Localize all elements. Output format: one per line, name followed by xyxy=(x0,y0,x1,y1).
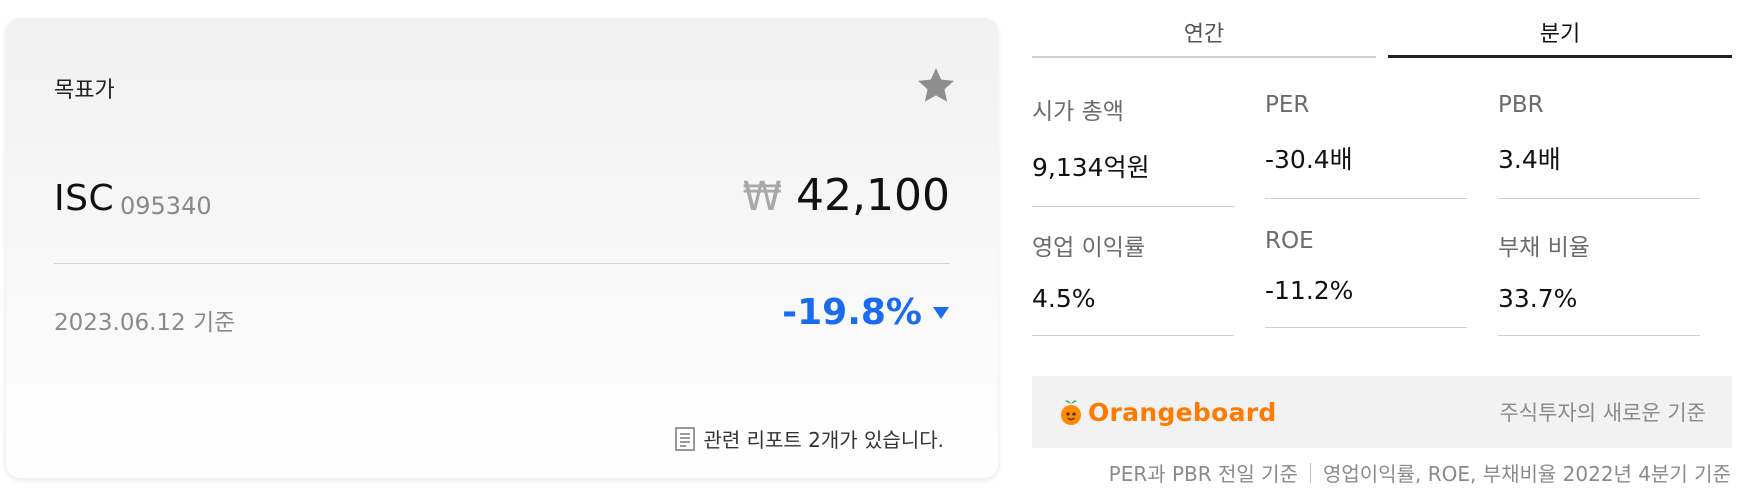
tab-quarterly[interactable]: 분기 xyxy=(1388,0,1732,58)
divider xyxy=(1498,198,1700,199)
metric-value: -30.4배 xyxy=(1265,145,1353,174)
document-icon xyxy=(675,426,696,451)
brand-name: Orangeboard xyxy=(1088,397,1277,427)
stock-name: ISC xyxy=(54,178,115,219)
metric-value: 9,134억원 xyxy=(1032,153,1150,182)
change-value: -19.8% xyxy=(782,292,922,333)
divider xyxy=(54,263,950,264)
metric-value: 33.7% xyxy=(1498,284,1578,313)
divider xyxy=(1032,335,1234,336)
target-price: ₩ 42,100 xyxy=(742,170,950,221)
down-triangle-icon xyxy=(933,306,949,319)
period-tabs: 연간 분기 xyxy=(1032,0,1732,58)
price-value: 42,100 xyxy=(796,170,950,221)
card-title: 목표가 xyxy=(54,78,115,103)
metric-label: 부채 비율 xyxy=(1498,235,1590,261)
price-change: -19.8% xyxy=(782,292,950,333)
metric-label: PBR xyxy=(1498,92,1544,118)
metric-label: 영업 이익률 xyxy=(1032,235,1146,261)
metric-market-cap: 시가 총액 9,134억원 xyxy=(1032,92,1234,207)
footnote-per-pbr: PER과 PBR 전일 기준 xyxy=(1108,462,1298,486)
brand-tagline: 주식투자의 새로운 기준 xyxy=(1499,401,1706,425)
data-footnote: PER과 PBR 전일 기준 영업이익률, ROE, 부채비율 2022년 4분… xyxy=(1109,458,1731,487)
footnote-quarterly: 영업이익률, ROE, 부채비율 2022년 4분기 기준 xyxy=(1322,462,1731,486)
metric-operating-margin: 영업 이익률 4.5% xyxy=(1032,228,1234,336)
reference-date: 2023.06.12 기준 xyxy=(54,310,236,336)
currency-symbol: ₩ xyxy=(742,174,783,220)
target-price-card: 목표가 ISC 095340 ₩ 42,100 2023.06.12 기준 -1… xyxy=(6,18,998,478)
metric-label: 시가 총액 xyxy=(1032,99,1124,125)
tab-annual[interactable]: 연간 xyxy=(1032,0,1376,58)
metric-label: ROE xyxy=(1265,228,1314,254)
orangeboard-banner[interactable]: Orangeboard 주식투자의 새로운 기준 xyxy=(1032,376,1732,448)
related-reports-link[interactable]: 관련 리포트 2개가 있습니다. xyxy=(675,424,944,453)
metric-roe: ROE -11.2% xyxy=(1265,228,1467,328)
stock-code: 095340 xyxy=(120,192,212,220)
metric-value: 4.5% xyxy=(1032,284,1096,313)
divider xyxy=(1265,198,1467,199)
brand-logo: Orangeboard xyxy=(1058,398,1277,427)
metric-value: -11.2% xyxy=(1265,276,1354,305)
orange-icon xyxy=(1061,400,1081,425)
divider xyxy=(1032,206,1234,207)
metric-pbr: PBR 3.4배 xyxy=(1498,92,1700,199)
metric-debt-ratio: 부채 비율 33.7% xyxy=(1498,228,1700,336)
metric-value: 3.4배 xyxy=(1498,145,1561,174)
metric-label: PER xyxy=(1265,92,1310,118)
separator xyxy=(1309,462,1311,483)
metric-per: PER -30.4배 xyxy=(1265,92,1467,199)
divider xyxy=(1265,327,1467,328)
star-icon[interactable] xyxy=(914,64,958,108)
divider xyxy=(1498,335,1700,336)
reports-text: 관련 리포트 2개가 있습니다. xyxy=(703,428,944,452)
